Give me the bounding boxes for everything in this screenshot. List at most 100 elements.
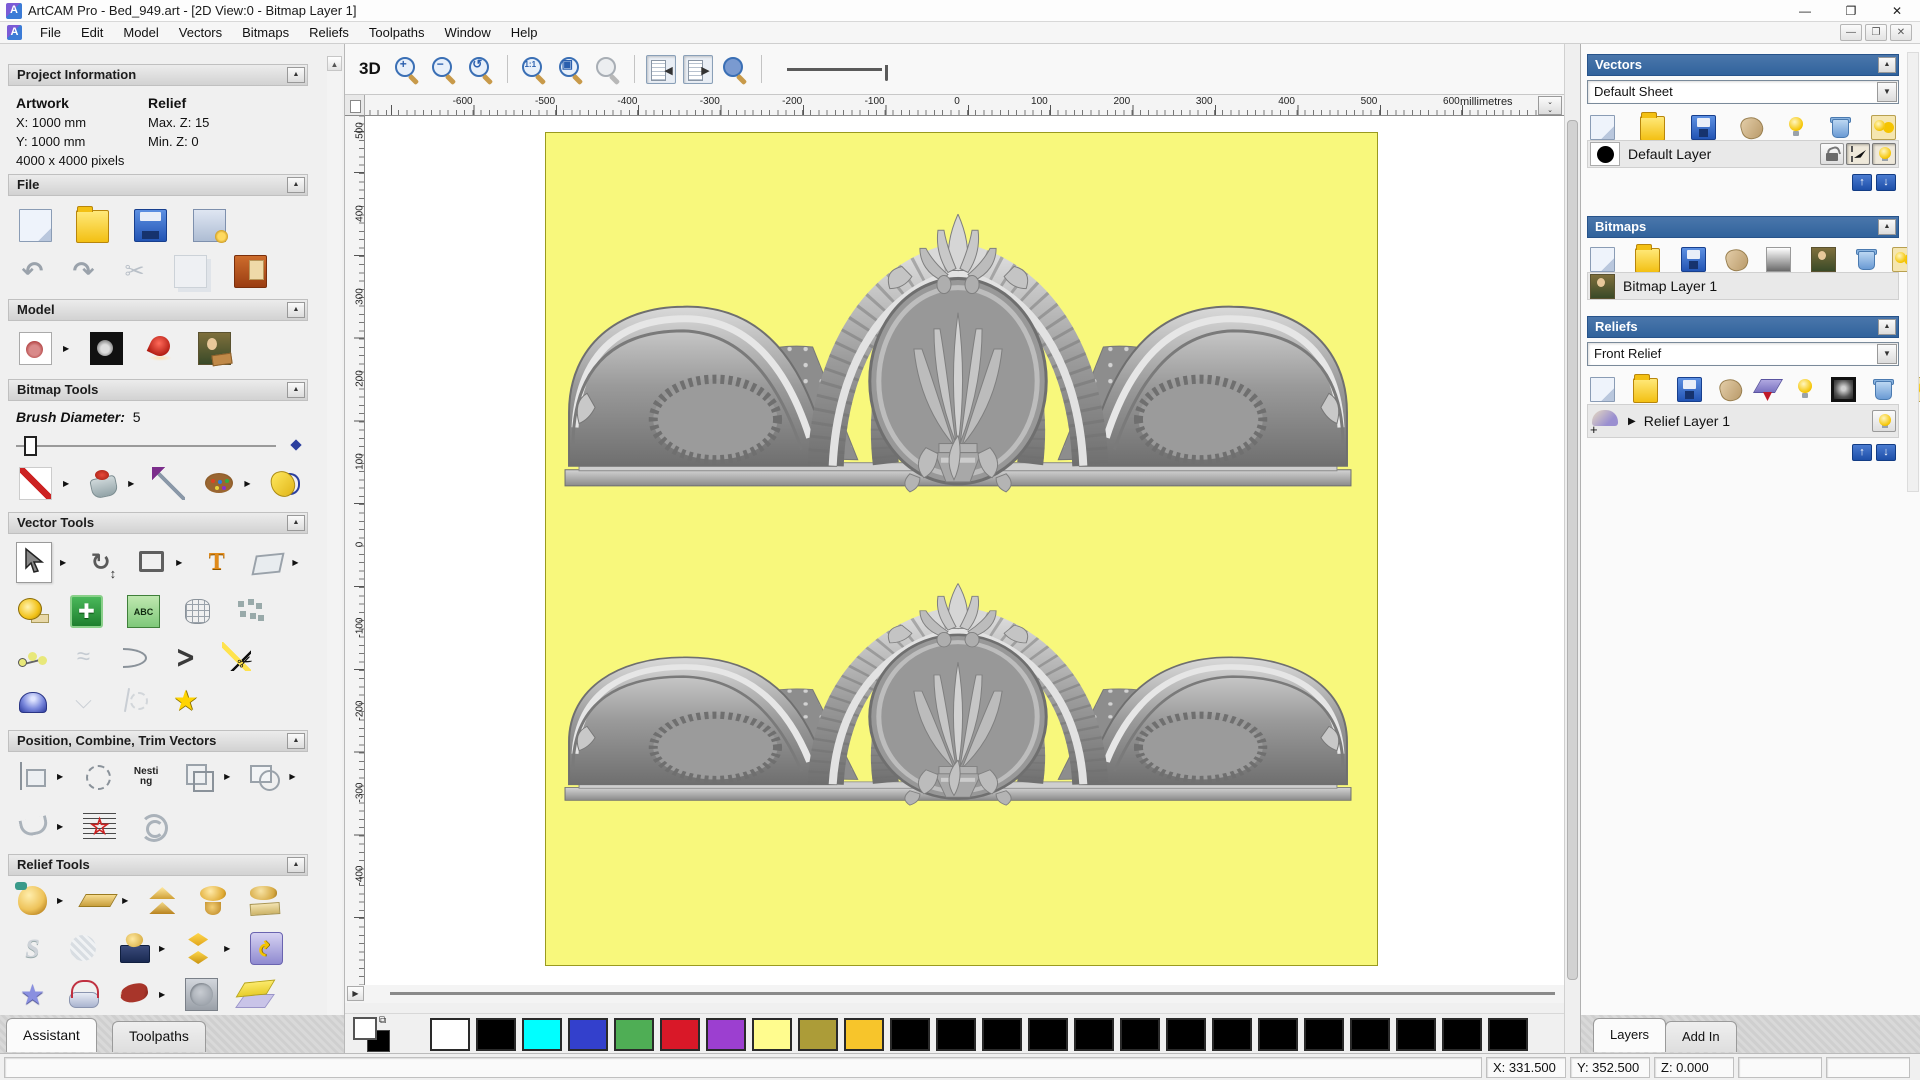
link-colours-icon[interactable]: ⧉: [379, 1015, 386, 1026]
text-tool-icon[interactable]: T: [200, 546, 233, 579]
colour-swatch[interactable]: [1120, 1018, 1160, 1051]
vector-layer-row[interactable]: Default Layer: [1587, 140, 1899, 168]
colour-swatch[interactable]: [522, 1018, 562, 1051]
relief-layer-row[interactable]: + ▶ Relief Layer 1: [1587, 404, 1899, 438]
delete-layer-icon[interactable]: [1853, 247, 1878, 272]
mdi-restore-icon[interactable]: ❐: [1865, 24, 1887, 41]
emboss-relief-icon[interactable]: [185, 978, 218, 1011]
layer-visibility-icon[interactable]: [1872, 410, 1896, 432]
relief-from-image-icon[interactable]: [118, 932, 151, 965]
toggle-bitmap-icon[interactable]: [646, 55, 676, 84]
line-width-widget[interactable]: [787, 59, 892, 79]
bitmap-layer-row[interactable]: Bitmap Layer 1: [1587, 272, 1899, 300]
vector-texture-icon[interactable]: ☆: [83, 810, 116, 843]
menu-item[interactable]: Reliefs: [299, 23, 359, 42]
merge-icon[interactable]: [1739, 115, 1764, 140]
paint-icon[interactable]: [19, 467, 52, 500]
colour-swatch[interactable]: [1028, 1018, 1068, 1051]
collapse-section-icon[interactable]: ▲: [287, 515, 305, 531]
menu-item[interactable]: Window: [435, 23, 501, 42]
merge-icon[interactable]: [1718, 377, 1743, 402]
new-sheet-icon[interactable]: [1590, 115, 1615, 140]
menu-item[interactable]: Edit: [71, 23, 113, 42]
move-layer-down-icon[interactable]: ↓: [1876, 444, 1896, 461]
collapse-section-icon[interactable]: ▲: [1878, 319, 1896, 335]
colour-swatch[interactable]: [752, 1018, 792, 1051]
colour-swatch[interactable]: [1396, 1018, 1436, 1051]
primary-colour-swatch[interactable]: [353, 1017, 377, 1040]
save-icon[interactable]: [1691, 115, 1716, 140]
toggle-vectors-icon[interactable]: [683, 55, 713, 84]
3d-view-button[interactable]: 3D: [355, 59, 385, 79]
lock-layer-icon[interactable]: [1820, 143, 1844, 165]
flat-plane-icon[interactable]: [81, 884, 114, 917]
relief-envelope-icon[interactable]: ↷: [250, 932, 283, 965]
colour-swatch[interactable]: [614, 1018, 654, 1051]
menu-item[interactable]: File: [30, 23, 71, 42]
save-model-icon[interactable]: [134, 209, 167, 242]
new-layer-icon[interactable]: [1783, 115, 1808, 140]
colour-swatch[interactable]: [660, 1018, 700, 1051]
two-rail-sweep-icon[interactable]: [67, 978, 100, 1011]
colour-swatch[interactable]: [568, 1018, 608, 1051]
preview-relief-icon[interactable]: [720, 54, 750, 84]
colour-swatch[interactable]: [798, 1018, 838, 1051]
expand-icon[interactable]: ▶: [1628, 416, 1636, 427]
collapse-section-icon[interactable]: ▲: [287, 382, 305, 398]
colour-swatch[interactable]: [476, 1018, 516, 1051]
colour-swatch[interactable]: [1212, 1018, 1252, 1051]
menu-item[interactable]: Model: [113, 23, 168, 42]
lighting-icon[interactable]: [144, 332, 177, 365]
zoom-1to1-icon[interactable]: 1:1: [519, 54, 549, 84]
transform-vectors-icon[interactable]: ↻: [84, 546, 117, 579]
relief-select[interactable]: Front Relief ▼: [1587, 342, 1899, 366]
greyscale-icon[interactable]: [1831, 377, 1856, 402]
collapse-section-icon[interactable]: ▲: [287, 67, 305, 83]
colour-swatch[interactable]: [982, 1018, 1022, 1051]
colour-swatch[interactable]: [1350, 1018, 1390, 1051]
snap-layer-icon[interactable]: [1846, 143, 1870, 165]
measure-tool-icon[interactable]: [16, 595, 49, 628]
bitmap-icon[interactable]: [1811, 247, 1836, 272]
tab-layers[interactable]: Layers: [1593, 1018, 1666, 1052]
merge-icon[interactable]: [1724, 247, 1749, 272]
delete-layer-icon[interactable]: [1870, 377, 1895, 402]
chevron-down-icon[interactable]: ▼: [1877, 344, 1897, 364]
restore-icon[interactable]: ❐: [1828, 0, 1874, 21]
colour-swatch[interactable]: [430, 1018, 470, 1051]
menu-item[interactable]: Vectors: [169, 23, 232, 42]
calculate-relief-icon[interactable]: [16, 884, 49, 917]
rectangle-tool-icon[interactable]: [135, 546, 168, 579]
undo-icon[interactable]: ↶: [16, 255, 49, 288]
collapse-section-icon[interactable]: ▲: [1878, 219, 1896, 235]
zoom-objects-icon[interactable]: [593, 54, 623, 84]
collapse-section-icon[interactable]: ▲: [287, 857, 305, 873]
new-layer-icon[interactable]: [1590, 247, 1615, 272]
save-icon[interactable]: [1681, 247, 1706, 272]
layers-panel-scrollbar[interactable]: [1907, 52, 1919, 492]
close-icon[interactable]: ✕: [1874, 0, 1920, 21]
colour-swatch[interactable]: [1258, 1018, 1298, 1051]
collapse-section-icon[interactable]: ▲: [287, 733, 305, 749]
ruler-units-icon[interactable]: ⌄⌄: [1538, 96, 1562, 115]
star-relief-icon[interactable]: ★: [16, 978, 49, 1011]
zoom-out-icon[interactable]: −: [429, 54, 459, 84]
open-icon[interactable]: [1640, 116, 1665, 141]
palette-icon[interactable]: [203, 467, 236, 500]
fit-curve-icon[interactable]: ⌵: [67, 684, 100, 717]
collapse-section-icon[interactable]: ▲: [287, 302, 305, 318]
freehand-draw-icon[interactable]: ≈: [67, 640, 100, 673]
chevron-down-icon[interactable]: ▼: [1877, 82, 1897, 102]
colour-swatch[interactable]: [844, 1018, 884, 1051]
bevel-vectors-icon[interactable]: >: [169, 640, 202, 673]
delete-layer-icon[interactable]: [1827, 115, 1852, 140]
arc-tool-icon[interactable]: [118, 640, 151, 673]
canvas-vertical-scrollbar[interactable]: [1564, 44, 1580, 1053]
scroll-up-icon[interactable]: ▲: [327, 56, 342, 71]
greyscale-from-model-icon[interactable]: [19, 332, 52, 365]
scrollbar-thumb[interactable]: [390, 992, 1555, 995]
assistant-scrollbar[interactable]: ▲ ⌄: [327, 56, 342, 1041]
copy-icon[interactable]: [174, 255, 207, 288]
texture-relief-icon[interactable]: [67, 932, 100, 965]
layer-colour-swatch[interactable]: [1590, 142, 1620, 166]
